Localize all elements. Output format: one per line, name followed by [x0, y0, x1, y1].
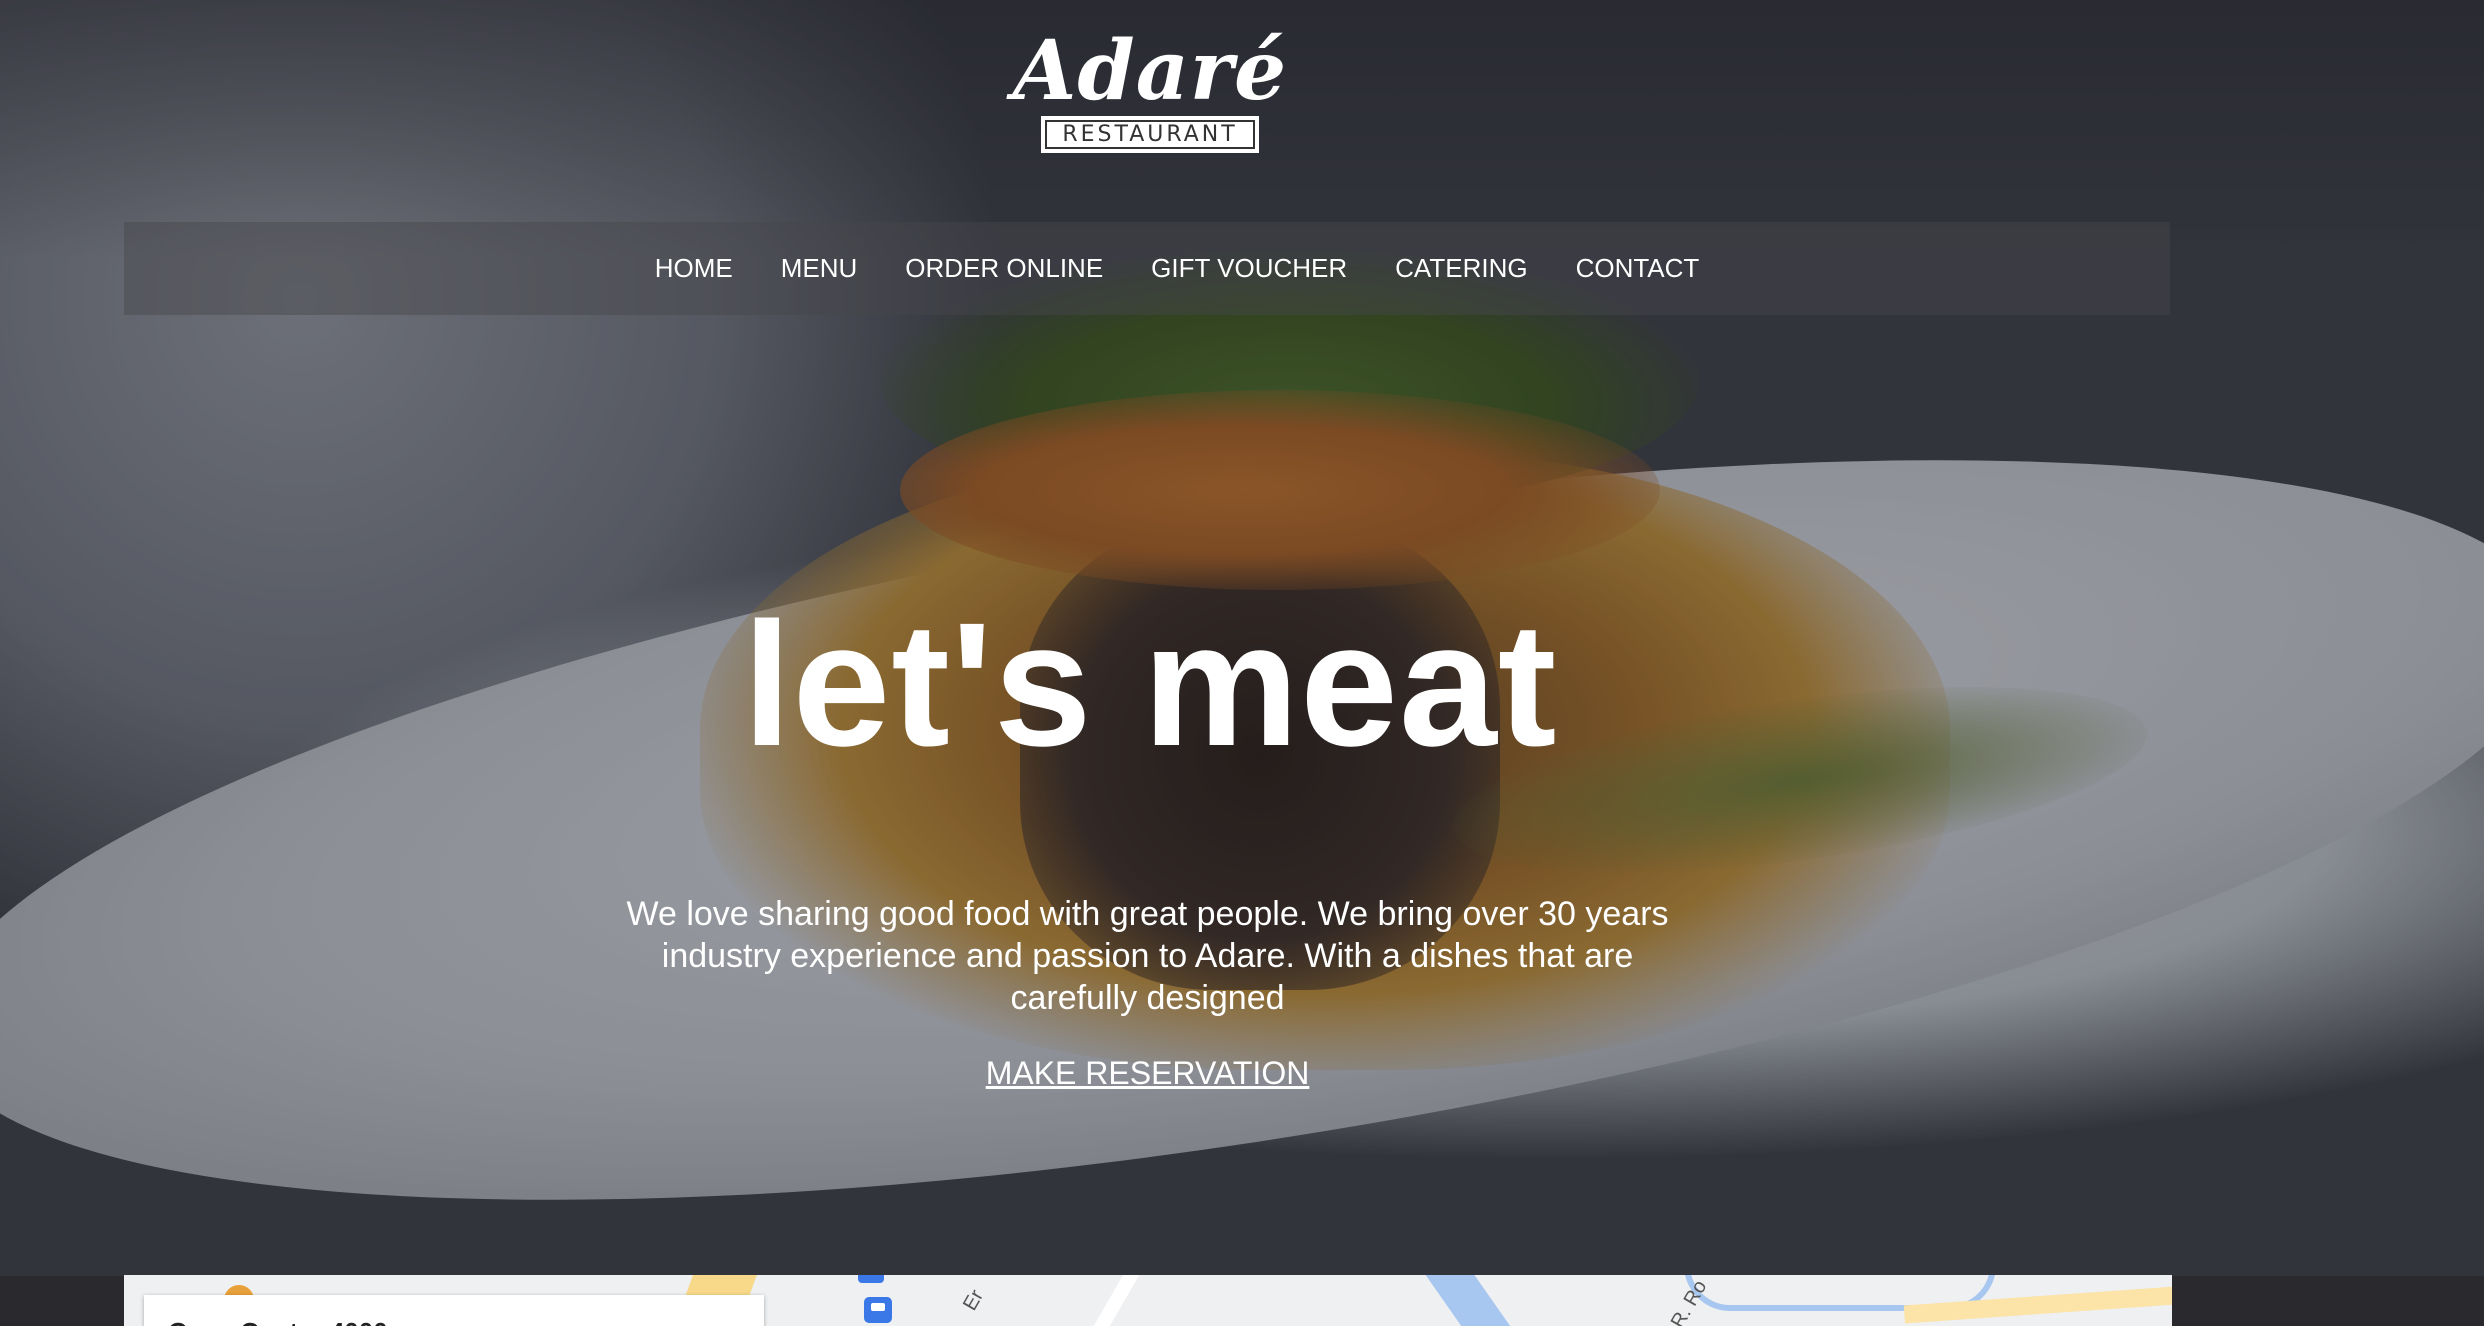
nav-item-menu[interactable]: MENU: [781, 253, 858, 284]
location-map[interactable]: Quay Centre 4000 Er R. Ro: [124, 1275, 2172, 1326]
nav-item-gift-voucher[interactable]: GIFT VOUCHER: [1151, 253, 1347, 284]
nav-item-contact[interactable]: CONTACT: [1576, 253, 1700, 284]
map-street-label: Er: [959, 1286, 989, 1315]
make-reservation-link[interactable]: MAKE RESERVATION: [900, 1055, 1395, 1092]
nav-item-home[interactable]: HOME: [655, 253, 733, 284]
main-navigation: HOME MENU ORDER ONLINE GIFT VOUCHER CATE…: [124, 222, 2170, 315]
nav-item-order-online[interactable]: ORDER ONLINE: [905, 253, 1103, 284]
map-place-title: Quay Centre 4000: [168, 1317, 388, 1326]
nav-menu: HOME MENU ORDER ONLINE GIFT VOUCHER CATE…: [124, 222, 2170, 315]
bus-stop-icon[interactable]: [858, 1275, 884, 1283]
restaurant-logo[interactable]: Adaré RESTAURANT: [1010, 23, 1290, 153]
hero-headline: let's meat: [742, 587, 1558, 783]
map-place-card[interactable]: Quay Centre 4000: [144, 1295, 764, 1326]
nav-item-catering[interactable]: CATERING: [1395, 253, 1527, 284]
logo-wordmark: Adaré: [1012, 23, 1288, 119]
bus-stop-icon[interactable]: [864, 1297, 892, 1323]
hero-description: We love sharing good food with great peo…: [626, 895, 1669, 1017]
logo-subtitle: RESTAURANT: [1041, 116, 1259, 153]
